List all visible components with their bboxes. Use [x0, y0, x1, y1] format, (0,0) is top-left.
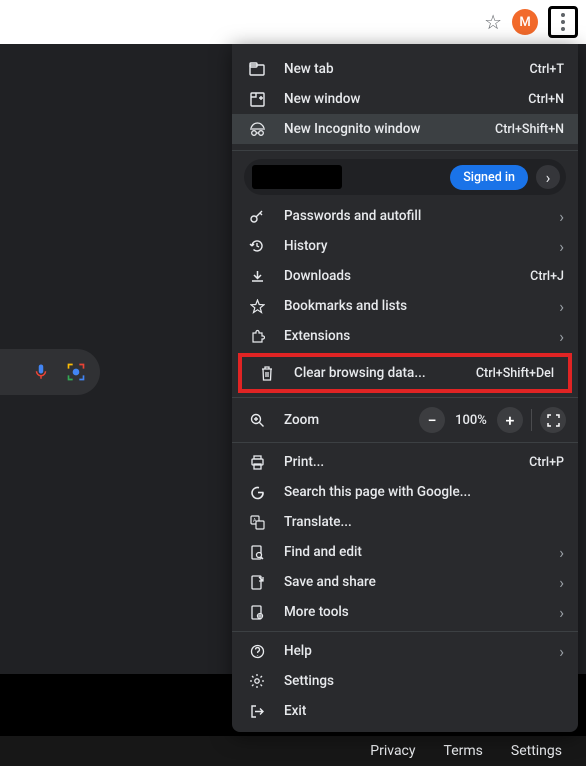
menu-label: More tools	[284, 604, 541, 620]
zoom-icon	[248, 413, 266, 428]
zoom-controls: − 100% +	[419, 407, 566, 433]
lens-icon[interactable]	[66, 362, 86, 382]
zoom-out-button[interactable]: −	[419, 407, 445, 433]
menu-new-window[interactable]: New window Ctrl+N	[232, 84, 578, 114]
gear-icon	[248, 673, 266, 689]
chevron-right-icon: ›	[559, 543, 564, 562]
menu-translate[interactable]: A Translate...	[232, 507, 578, 537]
menu-label: Translate...	[284, 514, 564, 530]
menu-find-edit[interactable]: Find and edit ›	[232, 537, 578, 567]
menu-shortcut: Ctrl+J	[530, 269, 564, 284]
chevron-right-icon: ›	[559, 237, 564, 256]
menu-save-share[interactable]: Save and share ›	[232, 567, 578, 597]
profile-avatar[interactable]: M	[512, 9, 538, 35]
tab-icon	[248, 62, 266, 76]
menu-label: History	[284, 238, 541, 254]
chevron-right-icon: ›	[559, 573, 564, 592]
mic-icon[interactable]	[32, 361, 50, 383]
menu-separator	[232, 150, 578, 151]
menu-shortcut: Ctrl+T	[530, 62, 565, 77]
footer-settings[interactable]: Settings	[511, 743, 562, 759]
menu-label: Exit	[284, 703, 564, 719]
footer-terms[interactable]: Terms	[444, 743, 483, 759]
chevron-right-icon: ›	[559, 207, 564, 226]
chevron-right-icon[interactable]: ›	[536, 165, 560, 189]
menu-shortcut: Ctrl+N	[528, 92, 564, 107]
menu-incognito[interactable]: New Incognito window Ctrl+Shift+N	[232, 114, 578, 144]
help-icon	[248, 644, 266, 659]
star-icon	[248, 299, 266, 314]
footer-privacy[interactable]: Privacy	[370, 743, 415, 759]
menu-history[interactable]: History ›	[232, 231, 578, 261]
menu-help[interactable]: Help ›	[232, 636, 578, 666]
search-tools-bubble	[0, 349, 100, 395]
menu-extensions[interactable]: Extensions ›	[232, 321, 578, 351]
chevron-right-icon: ›	[559, 327, 564, 346]
signed-in-chip: Signed in	[450, 165, 528, 190]
menu-label: Print...	[284, 454, 511, 470]
key-icon	[248, 208, 266, 224]
menu-passwords[interactable]: Passwords and autofill ›	[232, 201, 578, 231]
menu-more-tools[interactable]: More tools ›	[232, 597, 578, 627]
history-icon	[248, 238, 266, 254]
trash-icon	[258, 366, 276, 381]
menu-label: Settings	[284, 673, 564, 689]
menu-search-google[interactable]: Search this page with Google...	[232, 477, 578, 507]
menu-exit[interactable]: Exit	[232, 696, 578, 726]
menu-separator	[232, 397, 578, 398]
overflow-menu: New tab Ctrl+T New window Ctrl+N New Inc…	[232, 44, 578, 732]
menu-label: New window	[284, 91, 510, 107]
exit-icon	[248, 704, 266, 719]
zoom-in-button[interactable]: +	[497, 407, 523, 433]
zoom-value: 100%	[449, 413, 493, 428]
page-footer: Privacy Terms Settings	[0, 736, 586, 766]
menu-label: Find and edit	[284, 544, 541, 560]
menu-label: Search this page with Google...	[284, 484, 564, 500]
download-icon	[248, 269, 266, 284]
incognito-icon	[248, 122, 266, 136]
chevron-right-icon: ›	[559, 297, 564, 316]
menu-label: Save and share	[284, 574, 541, 590]
browser-toolbar: ☆ M	[0, 0, 586, 44]
menu-label: Help	[284, 643, 541, 659]
print-icon	[248, 455, 266, 470]
translate-icon: A	[248, 515, 266, 530]
menu-label: Bookmarks and lists	[284, 298, 541, 314]
menu-label: New Incognito window	[284, 121, 477, 137]
menu-print[interactable]: Print... Ctrl+P	[232, 447, 578, 477]
annotation-highlight: Clear browsing data... Ctrl+Shift+Del	[238, 353, 572, 393]
menu-label: Passwords and autofill	[284, 208, 541, 224]
menu-bookmarks[interactable]: Bookmarks and lists ›	[232, 291, 578, 321]
overflow-menu-button[interactable]	[548, 6, 578, 38]
menu-label: Extensions	[284, 328, 541, 344]
find-icon	[248, 545, 266, 560]
share-icon	[248, 575, 266, 590]
menu-shortcut: Ctrl+Shift+N	[495, 122, 564, 137]
menu-clear-browsing-data[interactable]: Clear browsing data... Ctrl+Shift+Del	[242, 357, 568, 389]
chevron-right-icon: ›	[559, 642, 564, 661]
menu-separator	[232, 631, 578, 632]
menu-shortcut: Ctrl+Shift+Del	[476, 366, 554, 381]
chevron-right-icon: ›	[559, 603, 564, 622]
bookmark-star-icon[interactable]: ☆	[484, 10, 502, 34]
account-name-redacted	[252, 165, 342, 189]
menu-settings[interactable]: Settings	[232, 666, 578, 696]
fullscreen-button[interactable]	[540, 407, 566, 433]
menu-label: Zoom	[284, 412, 401, 428]
menu-zoom: Zoom − 100% +	[232, 402, 578, 438]
puzzle-icon	[248, 329, 266, 344]
menu-downloads[interactable]: Downloads Ctrl+J	[232, 261, 578, 291]
google-icon	[248, 485, 266, 500]
account-row[interactable]: Signed in ›	[244, 159, 566, 195]
menu-label: Downloads	[284, 268, 512, 284]
menu-shortcut: Ctrl+P	[529, 455, 564, 470]
tools-icon	[248, 605, 266, 620]
window-icon	[248, 92, 266, 107]
menu-label: New tab	[284, 61, 512, 77]
menu-label: Clear browsing data...	[294, 365, 458, 381]
menu-separator	[232, 442, 578, 443]
menu-new-tab[interactable]: New tab Ctrl+T	[232, 54, 578, 84]
